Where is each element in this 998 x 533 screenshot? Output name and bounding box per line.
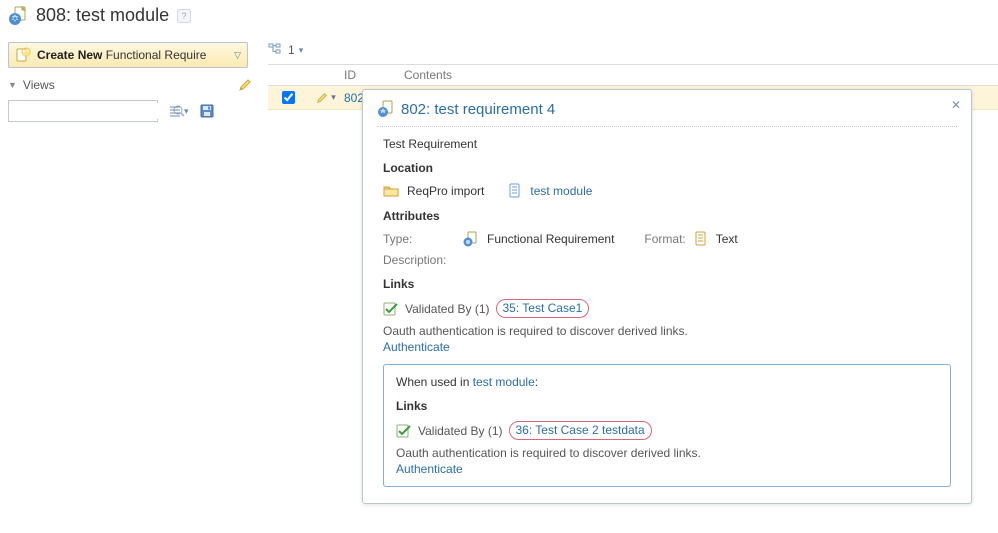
authenticate-link[interactable]: Authenticate (383, 340, 951, 354)
location-module-link[interactable]: test module (530, 184, 592, 198)
attributes-label: Attributes (383, 209, 951, 223)
create-new-button[interactable]: Create New Functional Require ▽ (8, 42, 248, 68)
format-icon (694, 231, 708, 247)
artifact-type-icon (377, 100, 395, 118)
col-header-id[interactable]: ID (344, 68, 404, 82)
save-view-icon[interactable] (199, 103, 215, 119)
type-icon (463, 231, 479, 247)
description-label: Description: (383, 253, 453, 267)
type-label: Type: (383, 232, 431, 246)
row-checkbox[interactable] (282, 91, 295, 104)
close-icon[interactable]: ✕ (951, 98, 961, 112)
svg-text:?: ? (182, 11, 187, 21)
usedin-validated-by-label: Validated By (1) (418, 424, 503, 438)
views-label: Views (23, 78, 55, 92)
oauth-note: Oauth authentication is required to disc… (383, 324, 951, 338)
validated-by-icon (396, 423, 412, 439)
expand-collapse-icon[interactable]: ▼ (8, 80, 17, 90)
used-in-box: When used in test module: Links Validate… (383, 364, 951, 487)
document-icon (508, 183, 522, 199)
folder-icon (383, 184, 399, 198)
module-gear-icon (8, 6, 28, 26)
usedin-links-label: Links (396, 399, 938, 413)
used-in-module-link[interactable]: test module (473, 375, 535, 389)
location-folder: ReqPro import (407, 184, 484, 198)
format-value: Text (716, 232, 738, 246)
usedin-authenticate-link[interactable]: Authenticate (396, 462, 938, 476)
artifact-popover: ✕ 802: test requirement 4 Test Requireme… (362, 89, 972, 504)
validated-by-icon (383, 301, 399, 317)
create-new-rest: Functional Require (102, 48, 206, 62)
validated-by-label: Validated By (1) (405, 302, 490, 316)
view-list-dropdown[interactable]: ▾ (168, 104, 189, 118)
col-header-contents[interactable]: Contents (404, 68, 452, 82)
create-new-bold: Create New (37, 48, 102, 62)
popover-subtitle: Test Requirement (383, 137, 951, 151)
links-label: Links (383, 277, 951, 291)
used-in-prefix: When used in (396, 375, 473, 389)
topbar-number: 1 (288, 43, 295, 57)
create-new-icon (15, 47, 31, 63)
usedin-oauth-note: Oauth authentication is required to disc… (396, 446, 938, 460)
test-case-2-link[interactable]: 36: Test Case 2 testdata (509, 421, 652, 440)
views-search-input[interactable] (8, 100, 158, 122)
format-label: Format: (644, 232, 685, 246)
type-value: Functional Requirement (487, 232, 614, 246)
row-edit-menu[interactable]: ▾ (308, 92, 344, 104)
test-case-1-link[interactable]: 35: Test Case1 (496, 299, 590, 318)
location-label: Location (383, 161, 951, 175)
chevron-down-icon[interactable]: ▾ (299, 45, 304, 56)
views-search-field[interactable] (13, 103, 172, 119)
edit-views-icon[interactable] (238, 78, 252, 92)
chevron-down-icon: ▽ (234, 50, 241, 61)
popover-title[interactable]: 802: test requirement 4 (401, 101, 555, 118)
tree-icon[interactable] (268, 42, 284, 58)
help-icon[interactable]: ? (177, 9, 191, 23)
page-title: 808: test module (36, 5, 169, 26)
